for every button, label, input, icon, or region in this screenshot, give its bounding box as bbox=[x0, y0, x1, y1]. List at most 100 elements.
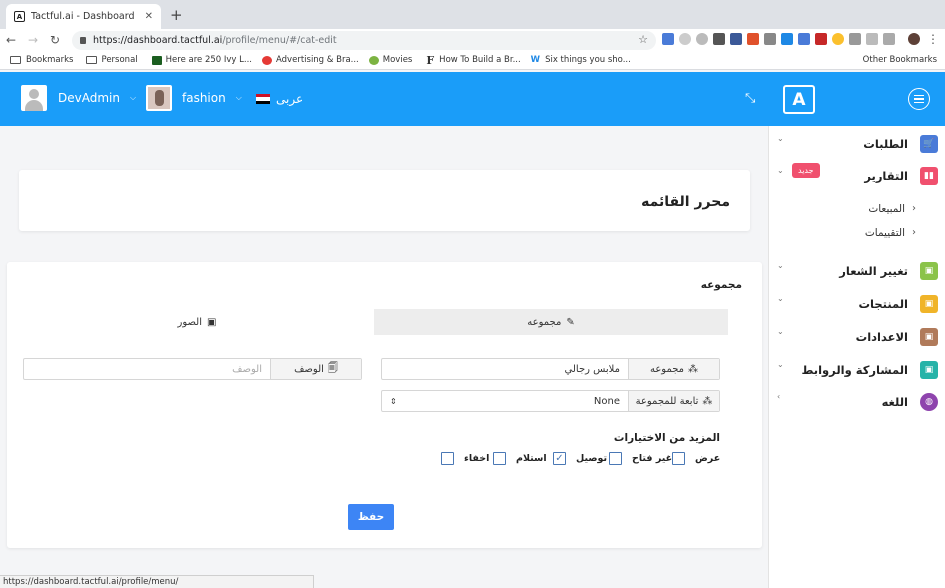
sidebar-item-products[interactable]: ▣ المنتجات bbox=[858, 295, 938, 313]
chevron-down-icon: ⌵ bbox=[129, 93, 137, 102]
tab-images[interactable]: الصور ▣ bbox=[20, 309, 374, 335]
window-extension-icon[interactable] bbox=[798, 33, 810, 45]
chevron-down-icon[interactable]: ⌄ bbox=[777, 294, 784, 303]
sitemap-icon: ⁂ bbox=[688, 363, 699, 375]
reload-icon[interactable]: ↻ bbox=[44, 33, 66, 47]
option-hide[interactable]: اخفاء bbox=[441, 452, 489, 465]
bar-chart-icon: ▮▮ bbox=[920, 167, 938, 185]
chevron-down-icon[interactable]: ⌄ bbox=[777, 134, 784, 143]
sidebar-subitem-reviews[interactable]: التقييمات bbox=[865, 227, 905, 239]
office-extension-icon[interactable] bbox=[747, 33, 759, 45]
chevron-down-icon: ⌵ bbox=[235, 93, 242, 102]
option-pickup[interactable]: استلام bbox=[493, 452, 547, 465]
pocket-extension-icon[interactable] bbox=[713, 33, 725, 45]
code-extension-icon[interactable] bbox=[866, 33, 878, 45]
bookmark-star-icon[interactable]: ☆ bbox=[638, 33, 648, 46]
page-title-card: محرر القائمه bbox=[19, 170, 750, 231]
other-bookmarks[interactable]: Other Bookmarks bbox=[863, 55, 937, 65]
circle-extension-icon[interactable] bbox=[679, 33, 691, 45]
checkbox[interactable] bbox=[493, 452, 506, 465]
chevron-down-icon[interactable]: ⌄ bbox=[777, 261, 784, 270]
check-extension-icon[interactable] bbox=[730, 33, 742, 45]
bookmark-item[interactable]: Advertising & Bra... bbox=[262, 55, 359, 65]
checkbox-checked[interactable]: ✓ bbox=[553, 452, 566, 465]
save-button[interactable]: حفظ bbox=[348, 504, 394, 530]
bookmark-item[interactable]: Bookmarks bbox=[10, 55, 74, 65]
movies-favicon-icon bbox=[368, 55, 379, 65]
sidebar-subitem-sales[interactable]: المبيعات bbox=[868, 203, 905, 215]
box-icon: ▣ bbox=[920, 295, 938, 313]
section-title: مجموعه bbox=[700, 279, 742, 291]
pencil-icon: ✎ bbox=[566, 316, 575, 328]
document-icon: 🗐 bbox=[327, 362, 338, 374]
page-name: fashion bbox=[182, 91, 226, 105]
bookmark-item[interactable]: Movies bbox=[368, 55, 412, 65]
user-menu-fashion[interactable]: fashion ⌵ bbox=[146, 85, 242, 111]
chevron-down-icon[interactable]: ⌄ bbox=[777, 327, 784, 336]
emoji-extension-icon[interactable] bbox=[832, 33, 844, 45]
folder-icon bbox=[10, 56, 21, 64]
fullscreen-icon[interactable]: ⤡ bbox=[745, 91, 755, 106]
share-icon: ▣ bbox=[920, 361, 938, 379]
advertising-favicon-icon bbox=[262, 55, 272, 65]
chevron-down-icon[interactable]: ⌄ bbox=[777, 360, 784, 369]
option-show[interactable]: عرض bbox=[672, 452, 720, 465]
chevron-right-icon: › bbox=[912, 227, 916, 238]
language-switch[interactable]: عربى bbox=[256, 92, 303, 106]
option-delivery[interactable]: ✓ توصيل bbox=[553, 452, 607, 465]
grid-extension-icon[interactable] bbox=[849, 33, 861, 45]
description-input[interactable]: الوصف bbox=[24, 359, 270, 379]
sidebar-item-reports[interactable]: ▮▮ التقارير bbox=[864, 167, 938, 185]
hamburger-menu-icon[interactable] bbox=[908, 88, 930, 110]
profile-avatar-icon[interactable] bbox=[908, 33, 920, 45]
bookmark-item[interactable]: F How To Build a Br... bbox=[426, 54, 520, 67]
gear-extension-icon[interactable] bbox=[696, 33, 708, 45]
facebook-extension-icon[interactable] bbox=[883, 33, 895, 45]
translate-extension-icon[interactable] bbox=[662, 33, 674, 45]
user-menu-devadmin[interactable]: DevAdmin ⌵ bbox=[21, 85, 136, 111]
parent-group-select[interactable]: ⇕ None bbox=[382, 391, 628, 411]
bookmarks-bar: Bookmarks Personal Here are 250 Ivy L...… bbox=[0, 51, 945, 70]
sidebar-item-language[interactable]: ◍ اللغه bbox=[882, 393, 938, 411]
red-extension-icon[interactable] bbox=[815, 33, 827, 45]
new-tab-icon[interactable]: + bbox=[170, 6, 183, 24]
select-arrows-icon: ⇕ bbox=[390, 396, 397, 406]
chevron-down-icon[interactable]: ⌄ bbox=[777, 166, 784, 175]
browser-tab[interactable]: A Tactful.ai - Dashboard ✕ bbox=[6, 4, 161, 29]
group-name-field: ملابس رجالي مجموعه ⁂ bbox=[381, 358, 720, 380]
url-field[interactable]: https://dashboard.tactful.ai/profile/men… bbox=[72, 31, 656, 50]
egypt-flag-icon bbox=[256, 94, 270, 104]
group-name-input[interactable]: ملابس رجالي bbox=[382, 359, 628, 379]
image-icon: ▣ bbox=[207, 316, 217, 328]
bookmark-item[interactable]: Here are 250 Ivy L... bbox=[151, 55, 252, 65]
s-extension-icon[interactable] bbox=[764, 33, 776, 45]
bookmark-item[interactable]: W Six things you sho... bbox=[531, 55, 631, 65]
image-icon: ▣ bbox=[920, 262, 938, 280]
checkbox[interactable] bbox=[441, 452, 454, 465]
browser-tab-bar: A Tactful.ai - Dashboard ✕ + bbox=[0, 0, 945, 29]
stream-extension-icon[interactable] bbox=[781, 33, 793, 45]
sidebar-item-sharing[interactable]: ▣ المشاركة والروابط bbox=[801, 361, 938, 379]
new-badge: جديد bbox=[792, 163, 820, 178]
forward-icon[interactable]: → bbox=[22, 33, 44, 47]
bookmark-item[interactable]: Personal bbox=[85, 55, 138, 65]
option-unavailable[interactable]: غير فتاح bbox=[609, 452, 672, 465]
sitemap-icon: ⁂ bbox=[702, 395, 713, 407]
lock-icon bbox=[80, 37, 86, 44]
checkbox[interactable] bbox=[672, 452, 685, 465]
category-form-card: مجموعه الصور ▣ مجموعه ✎ الوصف الوصف 🗐 ملابس… bbox=[7, 262, 762, 548]
folder-icon bbox=[85, 56, 97, 64]
f-favicon-icon: F bbox=[426, 53, 435, 67]
sidebar-item-orders[interactable]: 🛒 الطلبات bbox=[863, 135, 938, 153]
close-tab-icon[interactable]: ✕ bbox=[145, 11, 153, 22]
w-favicon-icon: W bbox=[530, 55, 541, 65]
tab-group[interactable]: مجموعه ✎ bbox=[374, 309, 728, 335]
checkbox[interactable] bbox=[609, 452, 622, 465]
browser-menu-icon[interactable]: ⋮ bbox=[927, 32, 939, 46]
parent-group-addon: تابعة للمجموعة ⁂ bbox=[628, 391, 719, 411]
sidebar-item-change-logo[interactable]: ▣ تغيير الشعار bbox=[839, 262, 938, 280]
back-icon[interactable]: ← bbox=[0, 33, 22, 47]
username: DevAdmin bbox=[58, 91, 120, 105]
sidebar-item-settings[interactable]: ▣ الاعدادات bbox=[856, 328, 938, 346]
chevron-left-icon[interactable]: ‹ bbox=[777, 392, 780, 401]
